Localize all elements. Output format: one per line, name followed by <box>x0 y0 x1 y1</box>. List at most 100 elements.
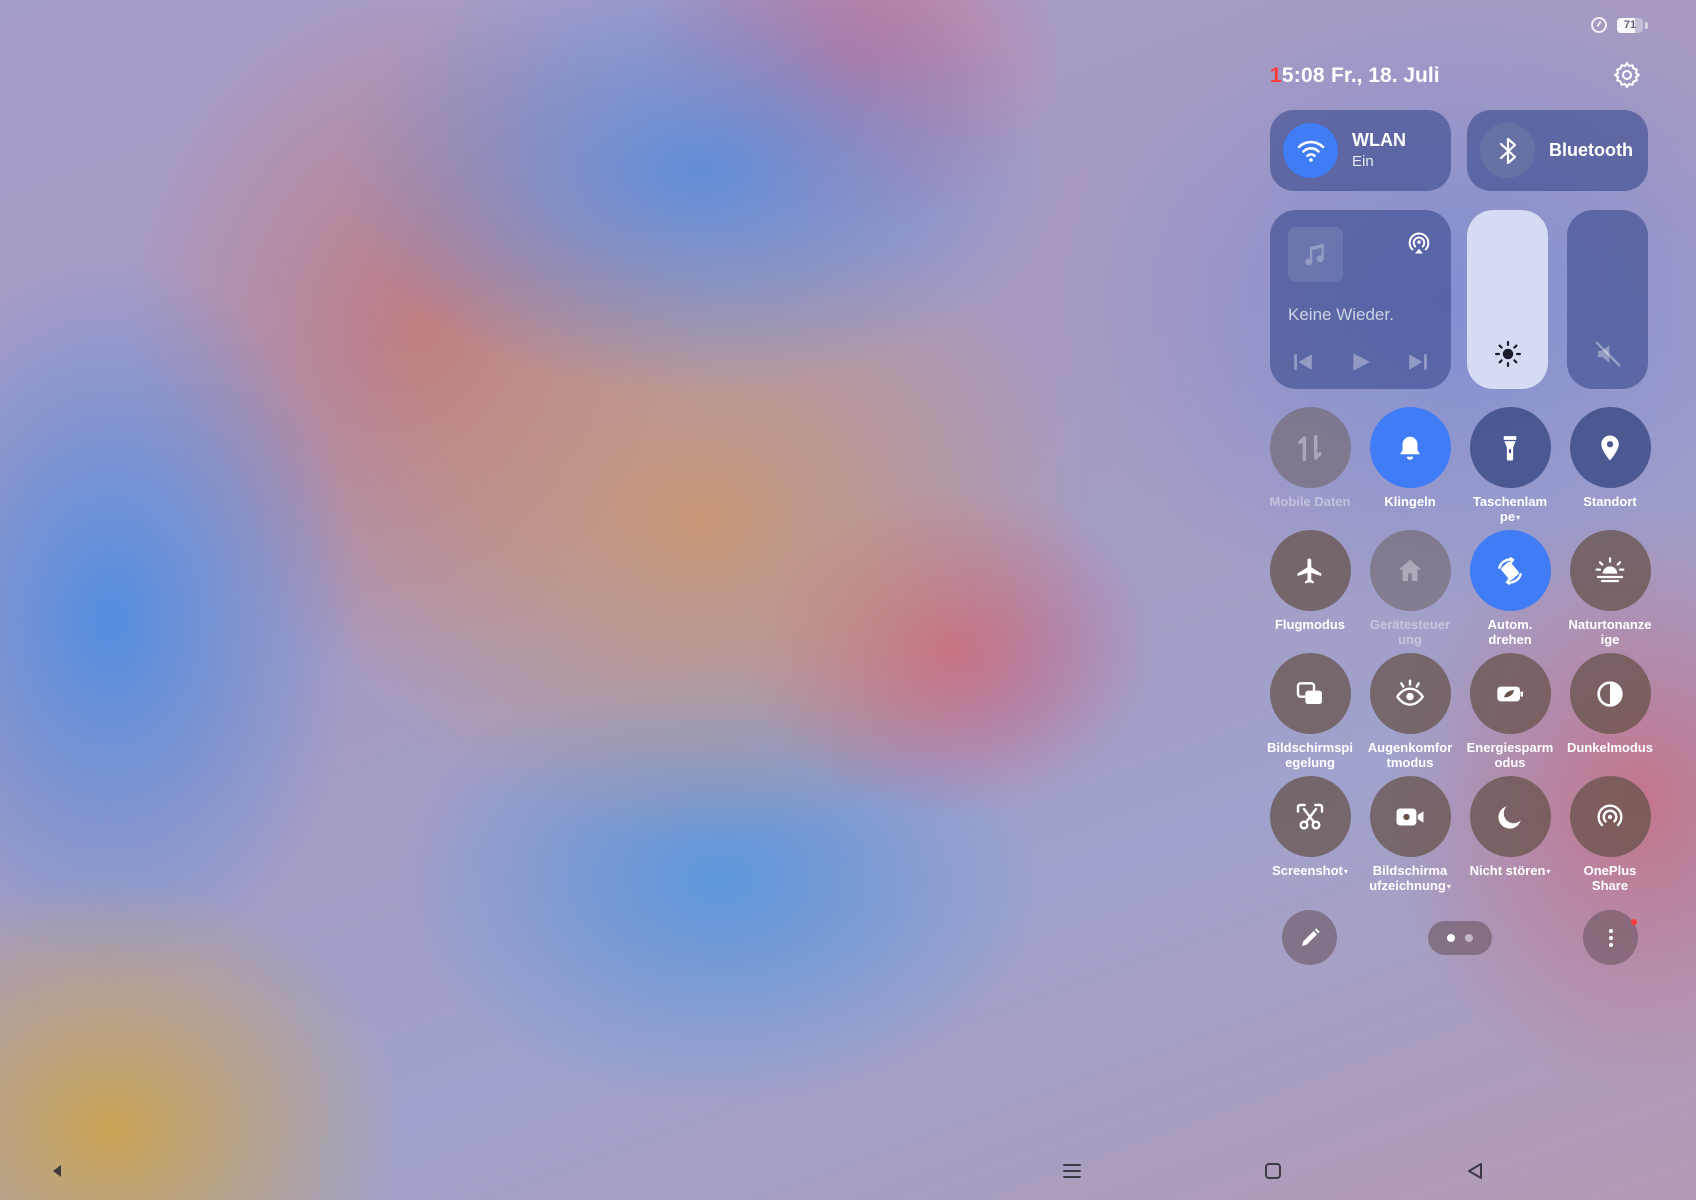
toggle-dark-mode[interactable]: Dunkelmodus <box>1560 653 1660 755</box>
status-bar: 71 <box>1591 17 1648 33</box>
cast-icon <box>1408 232 1430 254</box>
toggle-mobile-data[interactable]: Mobile Daten <box>1260 407 1360 509</box>
toggle-auto-rotate[interactable]: Autom. drehen <box>1460 530 1560 647</box>
eye-icon <box>1395 678 1425 706</box>
clock-first-digit: 1 <box>1270 64 1282 87</box>
back-triangle-icon <box>1468 1163 1482 1179</box>
back-button[interactable] <box>1462 1160 1488 1182</box>
home-button[interactable] <box>1260 1160 1286 1182</box>
toggle-moon[interactable]: Nicht stören▾ <box>1460 776 1560 879</box>
dropdown-caret-icon[interactable]: ▾ <box>1344 867 1348 876</box>
bell-label: Klingeln <box>1360 494 1460 509</box>
bluetooth-tile[interactable]: Bluetooth <box>1467 110 1648 191</box>
toggle-eye[interactable]: Augenkomfor tmodus <box>1360 653 1460 770</box>
mobile-data-toggle-button[interactable] <box>1269 407 1351 488</box>
eye-label: Augenkomfor tmodus <box>1360 740 1460 770</box>
volume-slider[interactable] <box>1567 210 1648 389</box>
clock: 15:08 <box>1270 64 1325 88</box>
auto-rotate-label-text: Autom. drehen <box>1487 617 1533 647</box>
dark-mode-label-text: Dunkelmodus <box>1567 740 1653 755</box>
more-options-button[interactable] <box>1583 910 1638 965</box>
brightness-slider[interactable] <box>1467 210 1548 389</box>
dark-mode-icon <box>1597 680 1623 707</box>
eye-label-text: Augenkomfor tmodus <box>1367 740 1453 770</box>
video-camera-label-text: Bildschirma ufzeichnung <box>1369 863 1448 893</box>
clock-rest: 5:08 <box>1281 64 1325 87</box>
previous-button[interactable] <box>1288 347 1318 377</box>
album-art <box>1288 227 1343 282</box>
toggle-video-camera[interactable]: Bildschirma ufzeichnung▾ <box>1360 776 1460 894</box>
battery-saver-toggle-button[interactable] <box>1469 653 1551 734</box>
eye-toggle-button[interactable] <box>1369 653 1451 734</box>
bell-toggle-button[interactable] <box>1369 407 1451 488</box>
toggle-screen-mirror[interactable]: Bildschirmspi egelung <box>1260 653 1360 770</box>
screen-mirror-label-text: Bildschirmspi egelung <box>1267 740 1353 770</box>
toggle-natural-tone[interactable]: Naturtonanze ige <box>1560 530 1660 647</box>
dropdown-caret-icon[interactable]: ▾ <box>1516 513 1520 522</box>
auto-rotate-toggle-button[interactable] <box>1469 530 1551 611</box>
scissors-label: Screenshot▾ <box>1260 863 1360 879</box>
dark-mode-toggle-button[interactable] <box>1569 653 1651 734</box>
battery-icon: 71 <box>1617 17 1643 33</box>
wifi-title: WLAN <box>1352 129 1406 150</box>
toggle-battery-saver[interactable]: Energiesparm odus <box>1460 653 1560 770</box>
nav-left-arrow[interactable] <box>44 1160 70 1182</box>
sun-icon <box>1494 341 1521 367</box>
home-toggle-button[interactable] <box>1369 530 1451 611</box>
toggle-share[interactable]: OnePlus Share <box>1560 776 1660 893</box>
play-button[interactable] <box>1346 347 1376 377</box>
date: Fr., 18. Juli <box>1331 64 1440 87</box>
screen-mirror-toggle-button[interactable] <box>1269 653 1351 734</box>
wifi-toggle[interactable] <box>1283 123 1338 178</box>
bluetooth-toggle[interactable] <box>1480 123 1535 178</box>
cast-button[interactable] <box>1403 227 1435 259</box>
home-icon <box>1398 559 1422 581</box>
toggle-flashlight[interactable]: Taschenlam pe▾ <box>1460 407 1560 525</box>
scissors-label-text: Screenshot <box>1272 863 1343 878</box>
dropdown-caret-icon[interactable]: ▾ <box>1447 882 1451 891</box>
location-label-text: Standort <box>1583 494 1637 509</box>
video-camera-toggle-button[interactable] <box>1369 776 1451 857</box>
toggle-home[interactable]: Gerätesteuer ung <box>1360 530 1460 647</box>
toggle-location[interactable]: Standort <box>1560 407 1660 509</box>
wifi-icon <box>1297 140 1324 162</box>
toggle-bell[interactable]: Klingeln <box>1360 407 1460 509</box>
page-dot-2[interactable] <box>1465 934 1473 942</box>
moon-icon <box>1498 805 1521 829</box>
bell-icon <box>1400 436 1420 460</box>
toggle-scissors[interactable]: Screenshot▾ <box>1260 776 1360 879</box>
natural-tone-toggle-button[interactable] <box>1569 530 1651 611</box>
moon-toggle-button[interactable] <box>1469 776 1551 857</box>
wifi-tile[interactable]: WLAN Ein <box>1270 110 1451 191</box>
flashlight-toggle-button[interactable] <box>1469 407 1551 488</box>
play-icon <box>1353 353 1370 371</box>
next-button[interactable] <box>1403 347 1433 377</box>
battery-saver-label: Energiesparm odus <box>1460 740 1560 770</box>
natural-tone-label: Naturtonanze ige <box>1560 617 1660 647</box>
data-saver-icon <box>1591 17 1607 33</box>
scissors-toggle-button[interactable] <box>1269 776 1351 857</box>
page-indicator[interactable] <box>1428 921 1492 955</box>
moon-label: Nicht stören▾ <box>1460 863 1560 879</box>
page-dot-1[interactable] <box>1447 934 1455 942</box>
mobile-data-label-text: Mobile Daten <box>1269 494 1351 509</box>
location-toggle-button[interactable] <box>1569 407 1651 488</box>
airplane-toggle-button[interactable] <box>1269 530 1351 611</box>
mobile-data-label: Mobile Daten <box>1260 494 1360 509</box>
battery-level: 71 <box>1623 18 1637 31</box>
toggle-airplane[interactable]: Flugmodus <box>1260 530 1360 632</box>
settings-button[interactable] <box>1610 58 1644 92</box>
recent-apps-button[interactable] <box>1059 1160 1085 1182</box>
media-player[interactable]: Keine Wieder. <box>1270 210 1451 389</box>
screen-mirror-label: Bildschirmspi egelung <box>1260 740 1360 770</box>
media-title: Keine Wieder. <box>1288 305 1394 324</box>
battery-saver-label-text: Energiesparm odus <box>1466 740 1554 770</box>
bell-label-text: Klingeln <box>1384 494 1436 509</box>
mute-icon <box>1595 341 1620 367</box>
location-label: Standort <box>1560 494 1660 509</box>
edit-button[interactable] <box>1282 910 1337 965</box>
share-toggle-button[interactable] <box>1569 776 1651 857</box>
dropdown-caret-icon[interactable]: ▾ <box>1546 867 1550 876</box>
share-label-text: OnePlus Share <box>1583 863 1637 893</box>
share-icon <box>1597 803 1623 826</box>
